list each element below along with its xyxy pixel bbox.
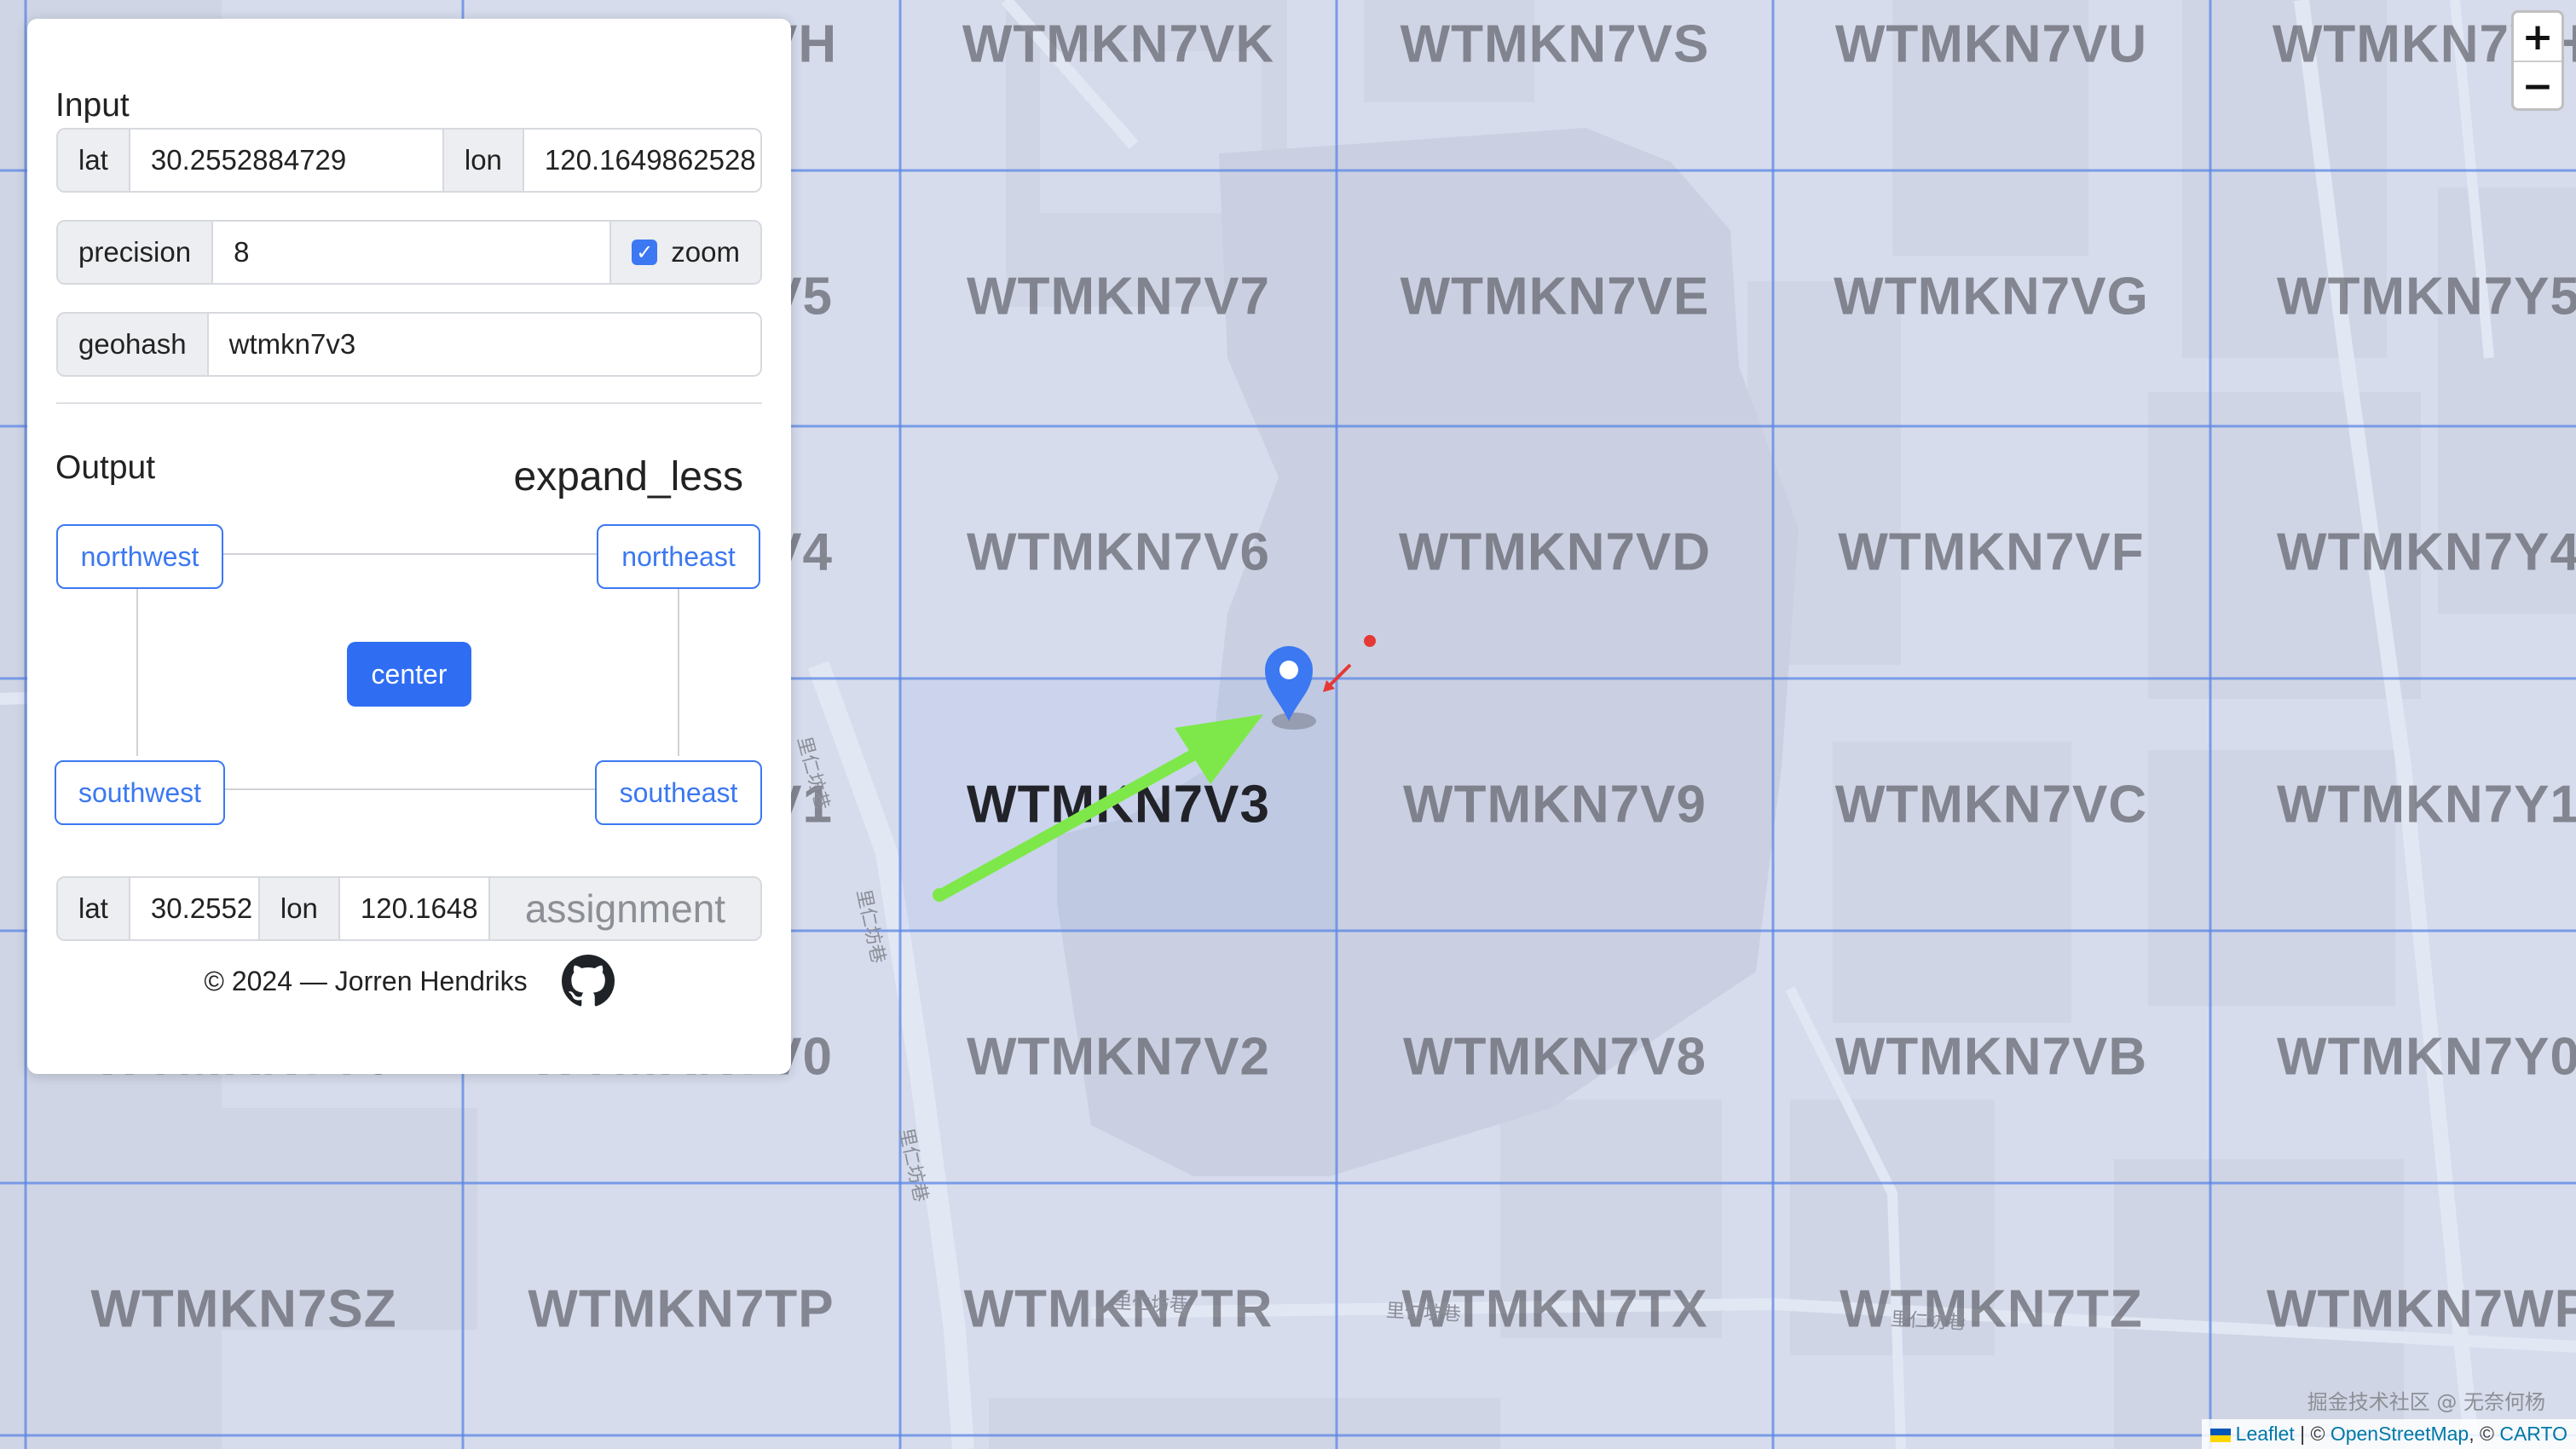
- connector-line: [678, 586, 679, 756]
- lon-label: lon: [443, 130, 524, 191]
- geohash-label: geohash: [58, 314, 209, 375]
- ukraine-flag-icon: [2209, 1429, 2231, 1442]
- connector-line: [136, 586, 138, 756]
- attribution-separator: | ©: [2294, 1423, 2331, 1445]
- output-lon-field[interactable]: 120.1648: [339, 878, 490, 939]
- northwest-button[interactable]: northwest: [56, 524, 223, 589]
- copyright-text: © 2024 — Jorren Hendriks: [204, 965, 528, 996]
- lat-input[interactable]: 30.2552884729: [130, 130, 444, 191]
- watermark: 掘金技术社区 @ 无奈何杨: [2307, 1390, 2545, 1414]
- collapse-toggle-icon[interactable]: expand_less: [513, 453, 743, 500]
- leaflet-link[interactable]: Leaflet: [2236, 1423, 2295, 1445]
- precision-input-group: precision 8 ✓ zoom: [56, 220, 762, 285]
- footer: © 2024 — Jorren Hendriks: [27, 955, 791, 1007]
- geohash-panel: Input lat 30.2552884729 lon 120.16498625…: [27, 19, 791, 1074]
- zoom-toggle[interactable]: ✓ zoom: [611, 222, 760, 283]
- zoom-control: + −: [2511, 10, 2564, 111]
- road-label: 里仁坊巷: [1890, 1308, 1967, 1335]
- map-attribution: Leaflet | © OpenStreetMap, © CARTO: [2201, 1419, 2576, 1449]
- copy-assignment-icon[interactable]: assignment: [489, 878, 760, 939]
- latlon-input-group: lat 30.2552884729 lon 120.1649862528: [56, 128, 762, 193]
- precision-label: precision: [58, 222, 214, 283]
- geohash-input[interactable]: wtmkn7v3: [208, 314, 760, 375]
- output-heading: Output: [55, 449, 156, 486]
- zoom-checkbox[interactable]: ✓: [632, 240, 658, 265]
- section-divider: [56, 402, 762, 404]
- center-button[interactable]: center: [347, 642, 471, 707]
- road-label: 里仁坊巷: [1385, 1300, 1462, 1326]
- openstreetmap-link[interactable]: OpenStreetMap: [2331, 1423, 2469, 1445]
- lat-label: lat: [58, 130, 130, 191]
- output-lat-field[interactable]: 30.2552: [130, 878, 260, 939]
- attribution-separator: , ©: [2469, 1423, 2500, 1445]
- input-heading: Input: [55, 87, 130, 124]
- geohash-input-group: geohash wtmkn7v3: [56, 312, 762, 377]
- output-lon-label: lon: [259, 878, 340, 939]
- road-label: 里仁坊巷: [1112, 1291, 1189, 1318]
- carto-link[interactable]: CARTO: [2499, 1423, 2567, 1445]
- zoom-out-button[interactable]: −: [2514, 61, 2562, 108]
- precision-input[interactable]: 8: [213, 222, 612, 283]
- southwest-button[interactable]: southwest: [55, 760, 225, 825]
- output-latlon-group: lat 30.2552 lon 120.1648 assignment: [56, 876, 762, 941]
- zoom-label: zoom: [671, 236, 740, 268]
- northeast-button[interactable]: northeast: [597, 524, 760, 589]
- output-lat-label: lat: [58, 878, 130, 939]
- lon-input[interactable]: 120.1649862528: [523, 130, 760, 191]
- github-icon[interactable]: [561, 955, 615, 1007]
- southeast-button[interactable]: southeast: [595, 760, 762, 825]
- zoom-in-button[interactable]: +: [2514, 13, 2562, 61]
